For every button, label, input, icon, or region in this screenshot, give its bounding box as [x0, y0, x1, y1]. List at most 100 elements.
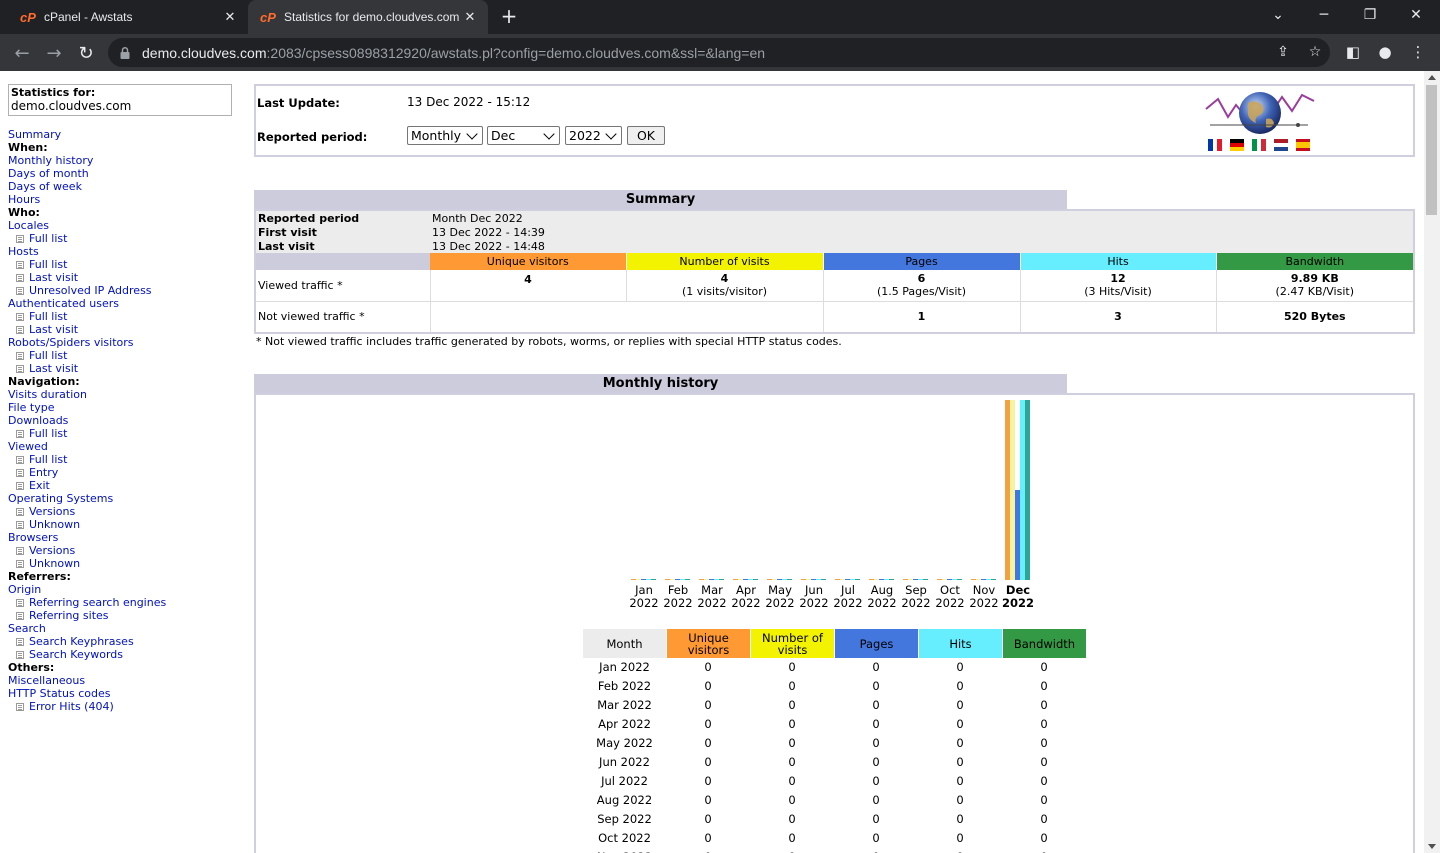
- menu-link-days-of-month[interactable]: Days of month: [8, 167, 238, 180]
- menu-sublink-unknown[interactable]: Unknown: [8, 557, 238, 570]
- flag-spain-icon[interactable]: [1296, 139, 1310, 151]
- address-bar[interactable]: demo.cloudves.com:2083/cpsess0898312920/…: [108, 38, 1330, 67]
- menu-sublink-full-list[interactable]: Full list: [8, 427, 238, 440]
- share-icon[interactable]: ⇪: [1274, 42, 1292, 62]
- menu-sublink-label[interactable]: Exit: [29, 479, 50, 492]
- menu-sublink-versions[interactable]: Versions: [8, 544, 238, 557]
- menu-sublink-search-keyphrases[interactable]: Search Keyphrases: [8, 635, 238, 648]
- not-viewed-empty: [430, 300, 824, 332]
- menu-sublink-label[interactable]: Unknown: [29, 518, 80, 531]
- menu-sublink-last-visit[interactable]: Last visit: [8, 271, 238, 284]
- month-year: 2022: [731, 596, 761, 610]
- side-panel-icon[interactable]: ◧: [1340, 39, 1366, 65]
- menu-link-search[interactable]: Search: [8, 622, 238, 635]
- menu-sublink-full-list[interactable]: Full list: [8, 258, 238, 271]
- menu-link-file-type[interactable]: File type: [8, 401, 238, 414]
- menu-sublink-label[interactable]: Full list: [29, 310, 67, 323]
- menu-sublink-full-list[interactable]: Full list: [8, 232, 238, 245]
- menu-sublink-label[interactable]: Full list: [29, 349, 67, 362]
- flag-france-icon[interactable]: [1208, 139, 1222, 151]
- menu-sublink-full-list[interactable]: Full list: [8, 349, 238, 362]
- menu-sublink-label[interactable]: Versions: [29, 505, 75, 518]
- menu-link-visits-duration[interactable]: Visits duration: [8, 388, 238, 401]
- menu-sublink-label[interactable]: Referring search engines: [29, 596, 166, 609]
- menu-sublink-label[interactable]: Full list: [29, 232, 67, 245]
- menu-sublink-label[interactable]: Error Hits (404): [29, 700, 114, 713]
- menu-sublink-label[interactable]: Full list: [29, 453, 67, 466]
- tab-search-chevron-icon[interactable]: ⌄: [1255, 0, 1301, 30]
- row-value: 0: [872, 736, 880, 750]
- menu-sublink-label[interactable]: Full list: [29, 427, 67, 440]
- tab-cpanel-awstats[interactable]: cP cPanel - Awstats ✕: [8, 0, 248, 34]
- menu-sublink-label[interactable]: Last visit: [29, 323, 78, 336]
- close-window-icon[interactable]: ✕: [1393, 0, 1439, 30]
- menu-link-downloads[interactable]: Downloads: [8, 414, 238, 427]
- menu-link-days-of-week[interactable]: Days of week: [8, 180, 238, 193]
- menu-sublink-versions[interactable]: Versions: [8, 505, 238, 518]
- menu-link-browsers[interactable]: Browsers: [8, 531, 238, 544]
- menu-link-robots-spiders-visitors[interactable]: Robots/Spiders visitors: [8, 336, 238, 349]
- forward-arrow-icon[interactable]: →: [40, 39, 68, 67]
- menu-sublink-label[interactable]: Search Keyphrases: [29, 635, 134, 648]
- menu-link-summary[interactable]: Summary: [8, 128, 238, 141]
- menu-link-http-status-codes[interactable]: HTTP Status codes: [8, 687, 238, 700]
- flag-germany-icon[interactable]: [1230, 139, 1244, 151]
- menu-sublink-referring-search-engines[interactable]: Referring search engines: [8, 596, 238, 609]
- menu-sublink-full-list[interactable]: Full list: [8, 453, 238, 466]
- row-value: 0: [788, 755, 796, 769]
- bookmark-star-icon[interactable]: ☆: [1306, 42, 1324, 62]
- menu-link-monthly-history[interactable]: Monthly history: [8, 154, 238, 167]
- menu-link-origin[interactable]: Origin: [8, 583, 238, 596]
- flag-italy-icon[interactable]: [1252, 139, 1266, 151]
- menu-sublink-exit[interactable]: Exit: [8, 479, 238, 492]
- menu-link-hosts[interactable]: Hosts: [8, 245, 238, 258]
- tab-statistics[interactable]: cP Statistics for demo.cloudves.com ✕: [248, 0, 488, 34]
- menu-sublink-last-visit[interactable]: Last visit: [8, 323, 238, 336]
- menu-sublink-label[interactable]: Last visit: [29, 271, 78, 284]
- row-value: 0: [704, 793, 712, 807]
- minimize-icon[interactable]: ─: [1301, 0, 1347, 30]
- menu-sublink-label[interactable]: Versions: [29, 544, 75, 557]
- row-value: 0: [1040, 831, 1048, 845]
- scrollbar-thumb[interactable]: [1426, 85, 1437, 215]
- month-select[interactable]: Dec: [487, 126, 560, 145]
- list-bullet-icon: [16, 611, 24, 620]
- kebab-menu-icon[interactable]: ⋮: [1405, 39, 1431, 65]
- year-select[interactable]: 2022: [565, 126, 622, 145]
- menu-sublink-label[interactable]: Full list: [29, 258, 67, 271]
- vertical-scrollbar[interactable]: [1424, 71, 1440, 853]
- menu-sublink-label[interactable]: Unresolved IP Address: [29, 284, 152, 297]
- menu-sublink-full-list[interactable]: Full list: [8, 310, 238, 323]
- close-icon[interactable]: ✕: [220, 9, 240, 25]
- period-type-select[interactable]: Monthly: [407, 126, 483, 145]
- menu-link-locales[interactable]: Locales: [8, 219, 238, 232]
- scroll-up-arrow-icon[interactable]: [1428, 75, 1436, 80]
- menu-sublink-label[interactable]: Last visit: [29, 362, 78, 375]
- menu-sublink-label[interactable]: Unknown: [29, 557, 80, 570]
- menu-link-operating-systems[interactable]: Operating Systems: [8, 492, 238, 505]
- menu-sublink-referring-sites[interactable]: Referring sites: [8, 609, 238, 622]
- menu-sublink-error-hits-404[interactable]: Error Hits (404): [8, 700, 238, 713]
- ok-button[interactable]: OK: [627, 126, 665, 145]
- menu-sublink-unknown[interactable]: Unknown: [8, 518, 238, 531]
- menu-sublink-label[interactable]: Search Keywords: [29, 648, 123, 661]
- menu-sublink-last-visit[interactable]: Last visit: [8, 362, 238, 375]
- close-icon[interactable]: ✕: [460, 9, 480, 25]
- profile-avatar-icon[interactable]: ●: [1372, 39, 1398, 65]
- viewed-bandwidth-ratio: (2.47 KB/Visit): [1275, 285, 1355, 299]
- menu-link-miscellaneous[interactable]: Miscellaneous: [8, 674, 238, 687]
- back-arrow-icon[interactable]: ←: [8, 39, 36, 67]
- menu-link-authenticated-users[interactable]: Authenticated users: [8, 297, 238, 310]
- menu-link-viewed[interactable]: Viewed: [8, 440, 238, 453]
- flag-netherlands-icon[interactable]: [1274, 139, 1288, 151]
- menu-sublink-entry[interactable]: Entry: [8, 466, 238, 479]
- menu-sublink-label[interactable]: Entry: [29, 466, 58, 479]
- restore-icon[interactable]: ❐: [1347, 0, 1393, 30]
- menu-sublink-label[interactable]: Referring sites: [29, 609, 109, 622]
- new-tab-plus-icon[interactable]: +: [498, 6, 520, 28]
- scroll-down-arrow-icon[interactable]: [1428, 844, 1436, 849]
- menu-sublink-unresolved-ip-address[interactable]: Unresolved IP Address: [8, 284, 238, 297]
- reload-icon[interactable]: ↻: [72, 39, 100, 67]
- menu-link-hours[interactable]: Hours: [8, 193, 238, 206]
- menu-sublink-search-keywords[interactable]: Search Keywords: [8, 648, 238, 661]
